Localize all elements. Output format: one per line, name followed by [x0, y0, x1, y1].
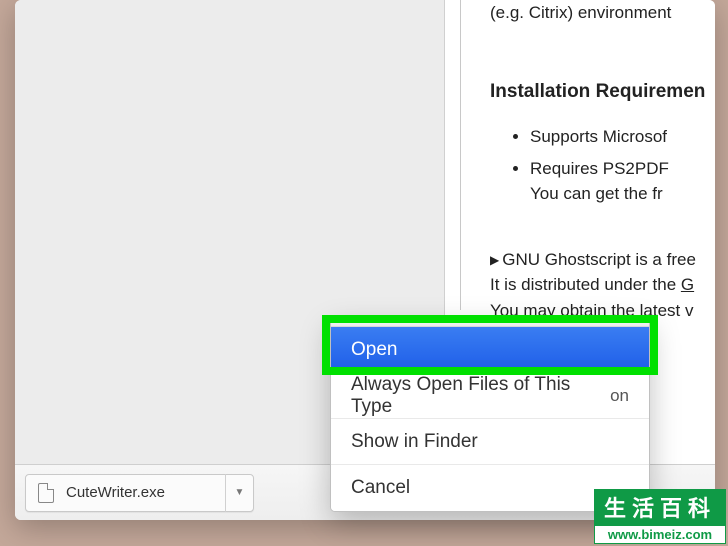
req-item-2-line2: You can get the fr [530, 184, 663, 203]
page-divider-line [460, 0, 461, 310]
gnu-line-3: You may obtain the latest v [490, 301, 694, 320]
download-chip[interactable]: CuteWriter.exe ▼ [25, 474, 254, 512]
chevron-down-icon[interactable]: ▼ [225, 474, 253, 512]
requirements-list: Supports Microsof Requires PS2PDF You ca… [530, 124, 715, 207]
gnu-line-2a: It is distributed under the [490, 275, 681, 294]
heading-install-req: Installation Requiremen [490, 78, 715, 107]
file-icon [38, 483, 54, 503]
req-item-2: Requires PS2PDF You can get the fr [530, 156, 715, 207]
req-item-2-line1: Requires PS2PDF [530, 159, 669, 178]
watermark-url: www.bimeiz.com [594, 525, 726, 544]
menu-titlebar [331, 319, 649, 327]
menu-item-open[interactable]: Open [331, 327, 649, 373]
gnu-link-fragment[interactable]: G [681, 275, 694, 294]
gnu-ghostscript-note: ▶GNU Ghostscript is a free It is distrib… [490, 247, 715, 324]
menu-item-always-open-label: Always Open Files of This Type [351, 374, 610, 418]
watermark-title: 生活百科 [594, 489, 726, 525]
menu-item-cancel-label: Cancel [351, 477, 410, 499]
triangle-bullet-icon: ▶ [490, 251, 499, 269]
menu-item-always-open-trail: on [610, 386, 629, 406]
req-item-1: Supports Microsof [530, 124, 715, 150]
menu-item-open-label: Open [351, 339, 397, 361]
watermark: 生活百科 www.bimeiz.com [594, 489, 726, 544]
gnu-line-1: GNU Ghostscript is a free [502, 250, 696, 269]
menu-item-always-open[interactable]: Always Open Files of This Type on [331, 373, 649, 419]
text-citrix: (e.g. Citrix) environment [490, 0, 715, 26]
menu-item-show-label: Show in Finder [351, 431, 478, 453]
download-context-menu: Open Always Open Files of This Type on S… [330, 318, 650, 512]
download-filename: CuteWriter.exe [66, 484, 225, 501]
menu-item-show-in-finder[interactable]: Show in Finder [331, 419, 649, 465]
